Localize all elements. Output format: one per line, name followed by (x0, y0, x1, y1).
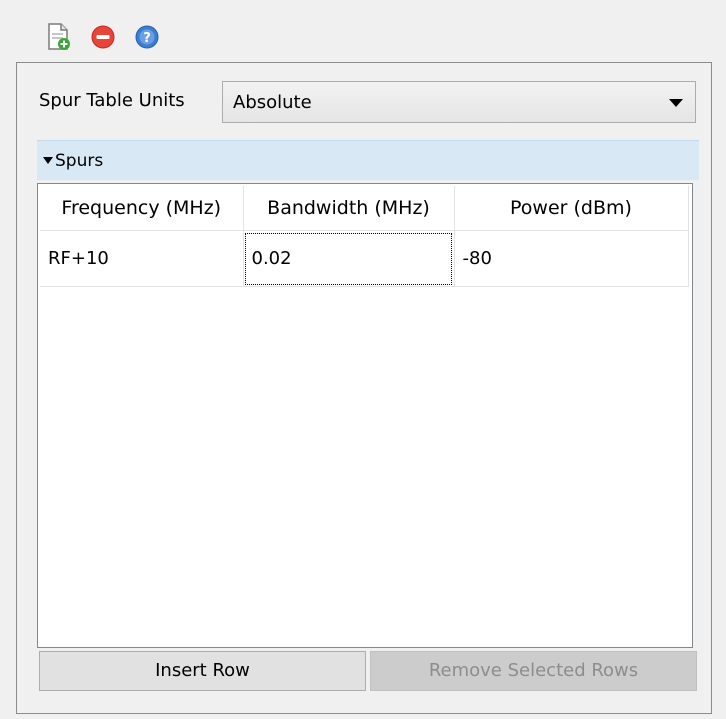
spur-table-units-dropdown[interactable]: Absolute (222, 81, 696, 123)
header-row: Frequency (MHz) Bandwidth (MHz) Power (d… (40, 186, 689, 231)
new-document-icon (48, 23, 70, 50)
column-header-bandwidth[interactable]: Bandwidth (MHz) (243, 186, 455, 231)
chevron-down-icon (669, 99, 683, 107)
column-header-power[interactable]: Power (dBm) (454, 186, 689, 231)
help-icon: ? (135, 25, 159, 49)
remove-spur-button[interactable] (88, 22, 118, 52)
column-header-frequency[interactable]: Frequency (MHz) (40, 186, 244, 231)
spur-grid: Frequency (MHz) Bandwidth (MHz) Power (d… (40, 186, 689, 287)
collapse-triangle-icon (43, 157, 53, 164)
toolbar: ? (44, 20, 162, 54)
spur-settings-panel: Spur Table Units Absolute Spurs Frequenc… (16, 62, 712, 714)
cell-bandwidth[interactable]: 0.02 (243, 230, 455, 287)
table-row[interactable]: RF+10 0.02 -80 (40, 230, 689, 287)
cell-power[interactable]: -80 (454, 230, 689, 287)
spur-editor-window: ? Spur Table Units Absolute Spurs Freque… (0, 0, 726, 719)
remove-selected-rows-button[interactable]: Remove Selected Rows (370, 651, 697, 691)
spurs-group-header[interactable]: Spurs (37, 140, 699, 180)
help-button[interactable]: ? (132, 22, 162, 52)
remove-icon (91, 25, 115, 49)
insert-row-button[interactable]: Insert Row (39, 651, 366, 691)
add-spur-button[interactable] (44, 22, 74, 52)
cell-frequency[interactable]: RF+10 (40, 230, 244, 287)
spur-table-units-label: Spur Table Units (39, 90, 185, 111)
svg-text:?: ? (143, 31, 151, 46)
spur-table[interactable]: Frequency (MHz) Bandwidth (MHz) Power (d… (37, 183, 693, 648)
spurs-group-label: Spurs (55, 151, 104, 171)
spur-table-units-value: Absolute (233, 92, 312, 113)
